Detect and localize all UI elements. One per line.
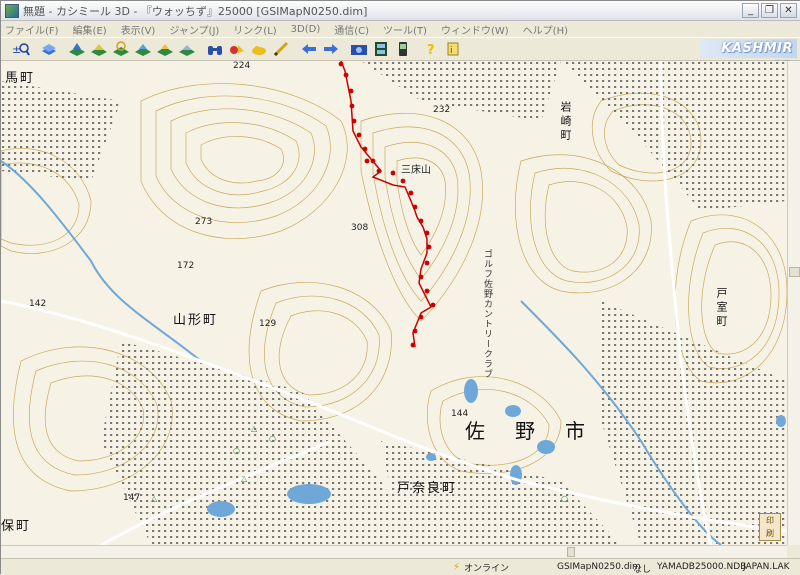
label-uma: 馬町 (5, 71, 36, 86)
map-view-6-icon[interactable] (177, 40, 197, 58)
info-icon[interactable]: i (443, 40, 463, 58)
label-ho: 保町 (1, 519, 32, 534)
kashmir-logo: KASHMIR 3D (699, 39, 797, 75)
status-map-file: GSIMapN0250.dim (557, 562, 641, 572)
spot-height: 144 (451, 409, 469, 419)
map-view-5-icon[interactable] (155, 40, 175, 58)
online-text: オンライン (464, 564, 510, 574)
menu-edit[interactable]: 編集(E) (73, 22, 107, 37)
back-arrow-icon[interactable] (299, 40, 319, 58)
menu-file[interactable]: ファイル(F) (5, 22, 59, 37)
menu-3d[interactable]: 3D(D) (291, 24, 321, 35)
svg-text:i: i (450, 46, 453, 56)
map-canvas[interactable]: △ ○ ○ △ ○ △ 山形町 戸奈良町 岩崎町 戸室町 ゴルフ佐野カントリークラブ 三… (1, 61, 787, 545)
minimize-button[interactable]: _ (742, 3, 759, 18)
spot-height: 224 (233, 61, 251, 71)
topographic-map: △ ○ ○ △ ○ △ (1, 61, 787, 545)
forward-arrow-icon[interactable] (321, 40, 341, 58)
label-city-shi: 市 (565, 419, 585, 443)
svg-text:○: ○ (233, 446, 240, 455)
lightning-icon: ⚡ (453, 562, 461, 573)
label-golf: ゴルフ佐野カントリークラブ (482, 249, 492, 379)
camera-icon[interactable] (349, 40, 369, 58)
label-yamagata: 山形町 (173, 313, 219, 328)
label-city-no: 野 (515, 419, 535, 443)
status-bar: ⚡ オンライン GSIMapN0250.dim なし YAMADB25000.N… (1, 558, 800, 575)
layer-icon[interactable] (39, 40, 59, 58)
close-button[interactable]: ✕ (780, 3, 797, 18)
label-tomuro: 戸室町 (715, 287, 728, 329)
menu-bar: ファイル(F) 編集(E) 表示(V) ジャンプ(J) リンク(L) 3D(D)… (1, 21, 800, 37)
pencil-icon[interactable] (271, 40, 291, 58)
map-view-1-icon[interactable] (67, 40, 87, 58)
map-seal-icon: 印刷 (759, 513, 781, 541)
svg-text:?: ? (427, 43, 435, 57)
app-window: 無題 - カシミール 3D - 『ウォッちず』25000 [GSIMapN025… (0, 0, 800, 575)
map-view-4-icon[interactable] (133, 40, 153, 58)
help-icon[interactable]: ? (421, 40, 441, 58)
label-iwasaki: 岩崎町 (559, 101, 572, 143)
spot-height: 129 (259, 319, 277, 329)
spot-height: 273 (195, 217, 213, 227)
status-db-file: YAMADB25000.NDB (657, 562, 747, 572)
label-city-sa: 佐 (465, 419, 485, 443)
spot-height: 142 (29, 299, 47, 309)
marker-icon[interactable] (227, 40, 247, 58)
vertical-scroll-thumb[interactable] (789, 267, 800, 277)
spot-height: 232 (433, 105, 451, 115)
gps-icon[interactable] (393, 40, 413, 58)
menu-jump[interactable]: ジャンプ(J) (169, 22, 219, 37)
svg-text:○: ○ (561, 494, 568, 503)
menu-view[interactable]: 表示(V) (121, 22, 156, 37)
spot-height: 147 (123, 493, 141, 503)
label-mountain: 三床山 (401, 165, 431, 176)
horizontal-scroll-thumb[interactable] (567, 547, 575, 557)
menu-tool[interactable]: ツール(T) (383, 22, 427, 37)
horizontal-scrollbar[interactable] (1, 545, 787, 558)
menu-comm[interactable]: 通信(C) (334, 22, 369, 37)
title-bar[interactable]: 無題 - カシミール 3D - 『ウォッちず』25000 [GSIMapN025… (1, 1, 800, 21)
menu-link[interactable]: リンク(L) (233, 22, 276, 37)
app-icon (5, 3, 19, 18)
binoculars-icon[interactable] (205, 40, 225, 58)
window-title: 無題 - カシミール 3D - 『ウォッちず』25000 [GSIMapN025… (23, 4, 368, 18)
zoom-in-icon[interactable]: ± (11, 40, 31, 58)
window-controls: _ ❐ ✕ (742, 3, 797, 18)
spot-height: 308 (351, 223, 369, 233)
map-view-2-icon[interactable] (89, 40, 109, 58)
svg-text:○: ○ (269, 434, 276, 443)
svg-text:△: △ (241, 474, 248, 483)
online-status: ⚡ オンライン (453, 561, 509, 574)
svg-text:△: △ (251, 424, 258, 433)
map-view-3-icon[interactable] (111, 40, 131, 58)
film-icon[interactable] (371, 40, 391, 58)
status-none: なし (633, 565, 652, 575)
spot-height: 172 (177, 261, 195, 271)
menu-window[interactable]: ウィンドウ(W) (441, 22, 509, 37)
menu-help[interactable]: ヘルプ(H) (523, 22, 568, 37)
label-tonara: 戸奈良町 (397, 481, 458, 496)
restore-button[interactable]: ❐ (761, 3, 778, 18)
scroll-corner (787, 545, 800, 558)
cloud-icon[interactable] (249, 40, 269, 58)
vertical-scrollbar[interactable] (787, 61, 800, 545)
svg-text:△: △ (151, 494, 158, 503)
status-lak: JAPAN.LAK (743, 562, 790, 572)
toolbar: ± ? i (1, 37, 800, 61)
